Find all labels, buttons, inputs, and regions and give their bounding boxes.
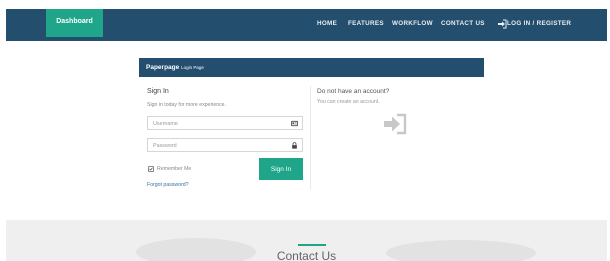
nav-item-features[interactable]: FEATURES <box>348 20 384 30</box>
signin-subtext: Sign in today for more experience. <box>147 102 227 108</box>
password-field[interactable] <box>147 138 303 152</box>
signin-heading: Sign In <box>147 88 169 95</box>
panel-title: Paperpage <box>146 64 180 71</box>
lock-icon <box>292 142 297 149</box>
nav-item-home[interactable]: HOME <box>317 20 337 30</box>
column-divider <box>310 86 311 190</box>
contact-section: Contact Us <box>6 220 607 261</box>
sign-in-icon <box>498 19 507 29</box>
username-field[interactable] <box>147 116 303 130</box>
nav-item-login-register[interactable]: LOG IN / REGISTER <box>507 20 571 30</box>
password-input[interactable] <box>153 141 283 150</box>
dashboard-brand-button[interactable]: Dashboard <box>46 9 103 37</box>
nav-item-contact-us[interactable]: CONTACT US <box>441 20 485 30</box>
checkmark-icon <box>149 167 153 171</box>
forgot-password-link[interactable]: Forgot password? <box>147 182 189 188</box>
nav-item-workflow[interactable]: WORKFLOW <box>392 20 433 30</box>
login-panel-header: Paperpage Login Page <box>139 58 484 77</box>
contact-accent-line <box>298 244 326 246</box>
id-card-icon <box>291 120 298 127</box>
no-account-heading: Do not have an account? <box>317 88 390 95</box>
username-input[interactable] <box>153 119 283 128</box>
panel-subtitle: Login Page <box>181 65 204 70</box>
sign-in-button[interactable]: Sign In <box>259 158 303 180</box>
top-navbar: Dashboard HOME FEATURES WORKFLOW CONTACT… <box>6 9 607 41</box>
contact-title: Contact Us <box>276 249 337 261</box>
create-account-link[interactable]: You can create an account. <box>317 99 380 105</box>
sign-in-icon <box>384 113 407 135</box>
remember-me-checkbox[interactable] <box>148 166 154 172</box>
remember-me-label: Remember Me <box>157 166 192 172</box>
